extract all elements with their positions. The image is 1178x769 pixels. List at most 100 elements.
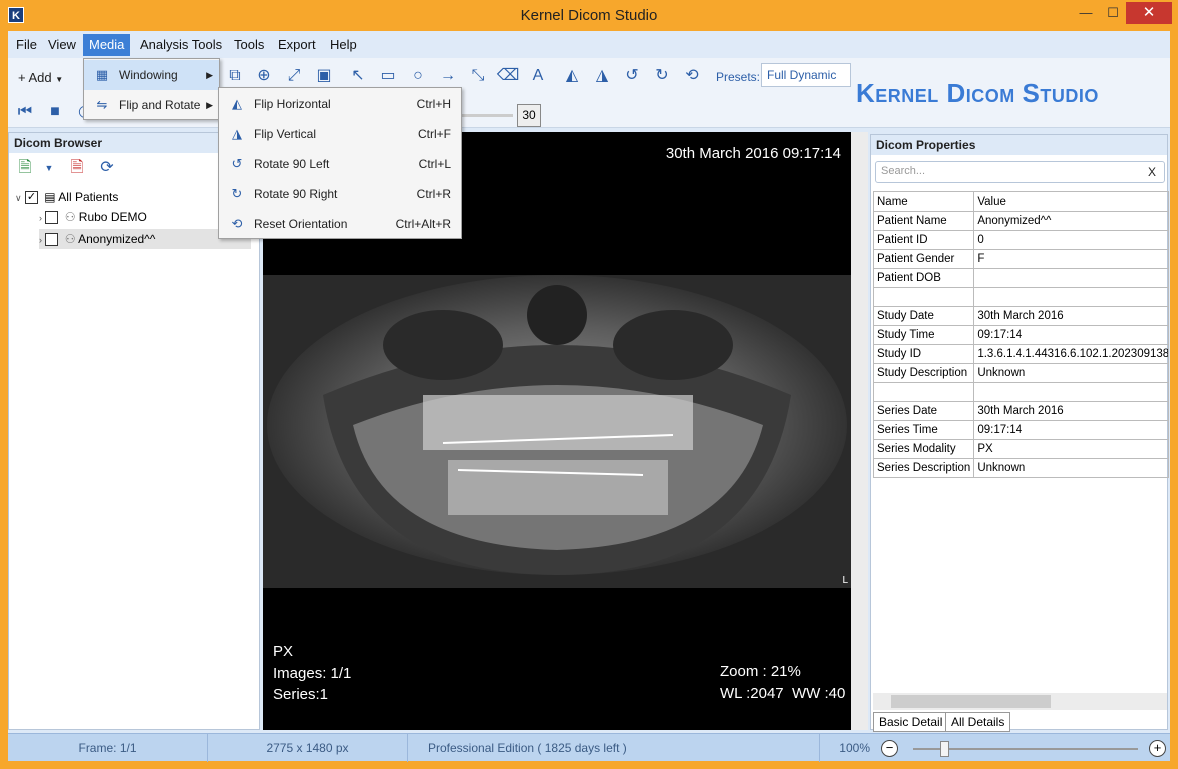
checkbox-all-patients[interactable]: ✓	[24, 191, 38, 205]
property-name: Patient Name	[872, 211, 975, 231]
property-name: Study Description	[872, 363, 975, 383]
tab-all-details[interactable]: All Details	[945, 712, 1011, 732]
rotate-left-icon: ↺	[231, 156, 243, 171]
collapse-icon[interactable]: ∨	[15, 193, 22, 203]
expand-icon[interactable]: ›	[39, 235, 42, 245]
zoom-icon[interactable]: ⊕	[252, 64, 276, 88]
frame-slider[interactable]	[458, 114, 513, 117]
line-icon[interactable]: ⤡	[466, 64, 490, 88]
table-row[interactable]	[872, 287, 1169, 307]
tree-label: Rubo DEMO	[78, 210, 147, 224]
table-row[interactable]: Patient DOB	[872, 268, 1169, 288]
checkbox-rubo-demo[interactable]	[45, 211, 59, 225]
scroll-thumb[interactable]	[891, 695, 1051, 708]
rotate-left-icon[interactable]: ↺	[620, 64, 644, 88]
menu-help[interactable]: Help	[324, 34, 363, 56]
rectangle-icon[interactable]: ▭	[376, 64, 400, 88]
checkbox-anonymized[interactable]	[45, 233, 59, 247]
close-button[interactable]: ✕	[1126, 2, 1172, 24]
menu-item-rotate-left[interactable]: ↺ Rotate 90 Left Ctrl+L	[219, 149, 461, 179]
table-row[interactable]	[872, 382, 1169, 402]
add-file-icon[interactable]: 🗎	[13, 156, 37, 180]
flip-vertical-icon: ◮	[232, 126, 242, 141]
table-row[interactable]: Study Date 30th March 2016	[872, 306, 1169, 326]
menu-export[interactable]: Export	[272, 34, 322, 56]
xray-image[interactable]: L	[263, 275, 851, 588]
submenu-arrow-icon: ▶	[206, 100, 213, 110]
menu-item-label: Rotate 90 Right	[254, 187, 338, 201]
zoom-in-button[interactable]: +	[1149, 740, 1166, 757]
viewer-scrollbar[interactable]	[851, 132, 868, 730]
add-label: + Add	[18, 70, 52, 85]
reset-orientation-icon[interactable]: ⟲	[680, 64, 704, 88]
patient-icon: ⚇	[64, 210, 76, 224]
table-row[interactable]: Series Description Unknown	[872, 458, 1169, 478]
frame-status: Frame: 1/1	[8, 734, 208, 762]
menu-item-rotate-right[interactable]: ↻ Rotate 90 Right Ctrl+R	[219, 179, 461, 209]
tree-item-rubo-demo[interactable]: › ⚇ Rubo DEMO	[39, 207, 147, 227]
dicom-properties-panel: Dicom Properties Search... X Name Value …	[870, 134, 1169, 732]
zoom-out-button[interactable]: −	[881, 740, 898, 757]
refresh-icon[interactable]: ⟳	[95, 156, 119, 180]
column-header-value[interactable]: Value	[973, 191, 1169, 212]
text-icon[interactable]: A	[526, 64, 550, 88]
remove-file-icon[interactable]: 🗎	[65, 156, 89, 180]
column-header-name[interactable]: Name	[872, 191, 975, 212]
stop-icon[interactable]: ■	[43, 100, 67, 124]
pointer-icon[interactable]: ↖	[346, 64, 370, 88]
flip-horizontal-icon[interactable]: ◭	[560, 64, 584, 88]
chevron-down-icon[interactable]: ▼	[37, 156, 61, 180]
brand-logo: Kernel Dicom Studio	[856, 78, 1099, 109]
eraser-icon[interactable]: ⌫	[496, 64, 520, 88]
table-row[interactable]: Study Time 09:17:14	[872, 325, 1169, 345]
table-row[interactable]: Series Time 09:17:14	[872, 420, 1169, 440]
menu-item-label: Rotate 90 Left	[254, 157, 330, 171]
menu-file[interactable]: File	[10, 34, 43, 56]
arrow-icon[interactable]: →	[436, 64, 460, 88]
presets-dropdown[interactable]: Full Dynamic	[761, 63, 851, 87]
menu-item-windowing[interactable]: ▦ Windowing ▶	[84, 60, 219, 90]
flip-vertical-icon[interactable]: ◮	[590, 64, 614, 88]
frame-number[interactable]: 30	[517, 104, 541, 127]
zoom-slider-thumb[interactable]	[940, 741, 949, 757]
minimize-button[interactable]: —	[1071, 2, 1101, 24]
modality-overlay: PX	[273, 643, 294, 660]
menu-item-flip-horizontal[interactable]: ◭ Flip Horizontal Ctrl+H	[219, 89, 461, 119]
ellipse-icon[interactable]: ○	[406, 64, 430, 88]
table-row[interactable]: Series Modality PX	[872, 439, 1169, 459]
property-value: 30th March 2016	[973, 306, 1169, 326]
table-row[interactable]: Patient Name Anonymized^^	[872, 211, 1169, 231]
menu-analysis-tools[interactable]: Analysis Tools	[134, 34, 228, 56]
copy-icon[interactable]: ⧉	[223, 64, 247, 88]
properties-search-input[interactable]: Search... X	[875, 161, 1165, 183]
menu-item-flip-and-rotate[interactable]: ⇋ Flip and Rotate ▶	[84, 90, 219, 120]
menu-item-label: Reset Orientation	[254, 217, 348, 231]
menu-tools[interactable]: Tools	[228, 34, 270, 56]
tab-basic-detail[interactable]: Basic Detail	[873, 712, 949, 732]
first-frame-icon[interactable]: ⏮	[13, 100, 37, 124]
table-row[interactable]: Patient ID 0	[872, 230, 1169, 250]
properties-hscrollbar[interactable]	[873, 693, 1167, 710]
expand-icon[interactable]: ›	[39, 213, 42, 223]
rotate-right-icon[interactable]: ↻	[650, 64, 674, 88]
tree-label: Anonymized^^	[78, 232, 156, 246]
table-row[interactable]: Patient Gender F	[872, 249, 1169, 269]
table-row[interactable]: Series Date 30th March 2016	[872, 401, 1169, 421]
images-overlay: Images: 1/1	[273, 665, 352, 682]
menu-media[interactable]: Media	[83, 34, 131, 56]
property-value: 30th March 2016	[973, 401, 1169, 421]
app-window: K Kernel Dicom Studio — ☐ ✕ File View Me…	[0, 0, 1178, 769]
maximize-button[interactable]: ☐	[1100, 2, 1126, 24]
fit-icon[interactable]: ⤢	[282, 64, 306, 88]
title-bar: K Kernel Dicom Studio — ☐ ✕	[0, 0, 1178, 30]
menu-view[interactable]: View	[42, 34, 82, 56]
menu-item-flip-vertical[interactable]: ◮ Flip Vertical Ctrl+F	[219, 119, 461, 149]
menu-item-reset-orientation[interactable]: ⟲ Reset Orientation Ctrl+Alt+R	[219, 209, 461, 239]
table-row[interactable]: Study ID 1.3.6.1.4.1.44316.6.102.1.202309…	[872, 344, 1169, 364]
monitor-icon[interactable]: ▣	[312, 64, 336, 88]
table-row[interactable]: Study Description Unknown	[872, 363, 1169, 383]
add-button[interactable]: + Add ▼	[18, 70, 63, 85]
tree-item-all-patients[interactable]: ∨ ✓ ▤ All Patients	[15, 187, 118, 207]
clear-search-icon[interactable]: X	[1148, 165, 1156, 179]
properties-table: Name Value Patient Name Anonymized^^ Patie…	[872, 191, 1169, 478]
